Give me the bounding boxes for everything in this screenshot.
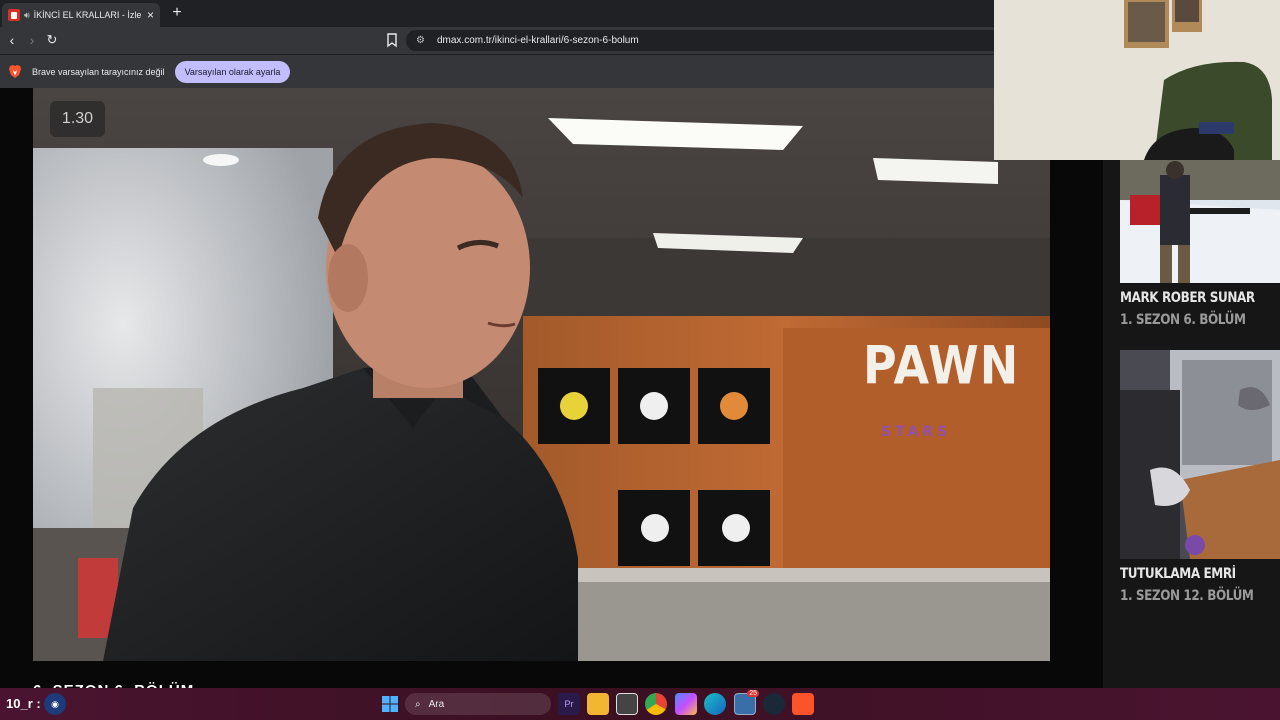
thumbnail-image [1120,350,1280,559]
tab-title: İKİNCİ EL KRALLARI - İzle 6. S [33,10,143,20]
site-info-icon[interactable]: ⚙ [416,35,425,46]
related-card-thumbnail[interactable] [1120,350,1280,559]
browser-toolbar: ‹ › ↻ ⚙ dmax.com.tr/ikinci-el-krallari/6… [0,27,994,54]
steam-icon[interactable] [763,693,785,715]
search-icon: ⌕ [415,698,421,710]
file-explorer-icon[interactable] [587,693,609,715]
active-tab[interactable]: 🔊︎ İKİNCİ EL KRALLARI - İzle 6. S × [2,3,160,27]
playback-speed-badge[interactable]: 1.30 [50,101,105,137]
widget-icon[interactable]: ◉ [44,693,66,715]
infobar-message: Brave varsayılan tarayıcınız değil [32,66,165,77]
search-placeholder: Ara [428,698,445,710]
game-icon[interactable]: 25 [734,690,759,715]
browser-tab-strip: 🔊︎ İKİNCİ EL KRALLARI - İzle 6. S × + [0,0,994,27]
taskbar-search[interactable]: ⌕ Ara [405,693,551,715]
related-card-thumbnail[interactable] [1120,160,1280,283]
back-icon[interactable]: ‹ [3,31,21,49]
chrome-icon[interactable] [645,693,667,715]
reload-icon[interactable]: ↻ [43,31,61,49]
premiere-icon[interactable]: Pr [558,693,580,715]
video-player[interactable]: 1.30 PAWN STARS [33,88,1050,661]
thumbnail-image [1120,160,1280,283]
webcam-overlay [994,0,1280,160]
brave-icon [9,65,21,78]
scene-sign-subtext: STARS [881,424,952,440]
audio-playing-icon[interactable]: 🔊︎ [24,10,30,21]
snipping-icon[interactable] [616,693,638,715]
close-tab-icon[interactable]: × [147,8,154,22]
bookmark-icon[interactable] [384,31,400,49]
forward-icon[interactable]: › [23,31,41,49]
copilot-icon[interactable] [675,693,697,715]
windows-start-icon[interactable] [379,693,401,715]
related-card-title[interactable]: TUTUKLAMA EMRİ [1120,566,1236,582]
related-card-subtitle: 1. SEZON 6. BÖLÜM [1120,312,1246,328]
windows-taskbar: 10_r : ◉ ⌕ Ara Pr 25 [0,688,1280,720]
webcam-feed [994,0,1280,160]
taskbar-left-label: 10_r : [6,696,41,711]
edge-icon[interactable] [704,693,726,715]
scene-sign-text: PAWN [863,333,1020,397]
address-bar[interactable]: ⚙ dmax.com.tr/ikinci-el-krallari/6-sezon… [406,30,994,51]
new-tab-button[interactable]: + [168,3,186,23]
badge-count: 25 [747,690,759,697]
related-card-title[interactable]: MARK ROBER SUNAR [1120,290,1255,306]
set-default-button[interactable]: Varsayılan olarak ayarla [174,60,291,83]
url-text: dmax.com.tr/ikinci-el-krallari/6-sezon-6… [436,35,639,46]
dmax-favicon-icon [8,9,20,21]
default-browser-infobar: Brave varsayılan tarayıcınız değil Varsa… [0,54,994,88]
brave-taskbar-icon[interactable] [792,693,814,715]
related-card-subtitle: 1. SEZON 12. BÖLÜM [1120,588,1254,604]
